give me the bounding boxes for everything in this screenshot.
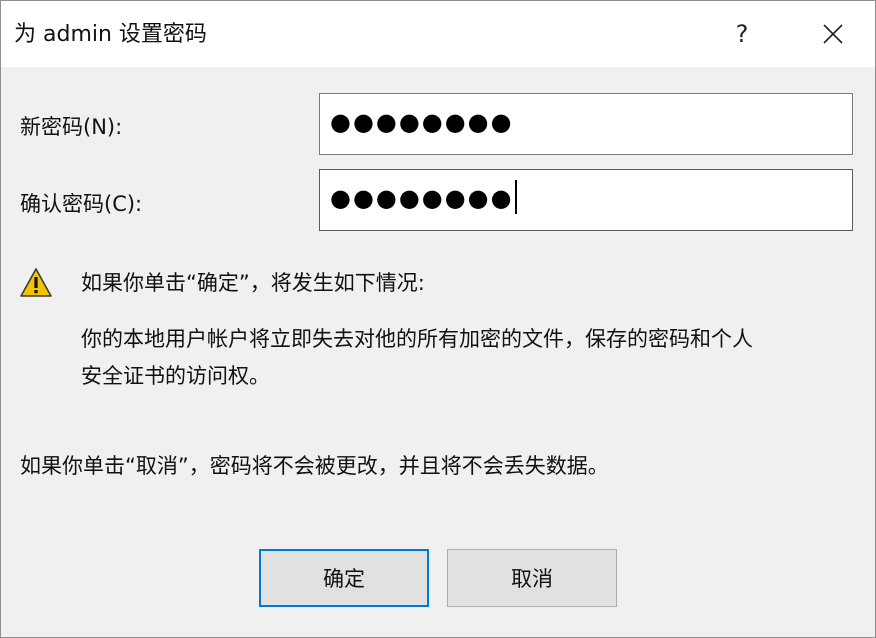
confirm-password-field[interactable]: ●●●●●●●● <box>319 169 853 231</box>
warning-heading: 如果你单击“确定”，将发生如下情况: <box>81 271 425 295</box>
window-title: 为 admin 设置密码 <box>14 22 207 47</box>
confirm-password-value: ●●●●●●●● <box>330 184 514 212</box>
close-icon <box>823 24 843 44</box>
title-bar: 为 admin 设置密码 ? <box>1 1 875 67</box>
new-password-field[interactable]: ●●●●●●●● <box>319 93 853 155</box>
confirm-password-label: 确认密码(C): <box>20 192 143 216</box>
close-button[interactable] <box>807 9 859 59</box>
new-password-value: ●●●●●●●● <box>330 108 514 136</box>
confirm-password-content: ●●●●●●●● <box>330 180 517 214</box>
set-password-dialog: 为 admin 设置密码 ? 新密码(N): ●●●●●●●● 确认密码(C):… <box>0 0 876 638</box>
help-button[interactable]: ? <box>717 9 767 59</box>
cancel-note: 如果你单击“取消”，密码将不会被更改，并且将不会丢失数据。 <box>20 454 609 478</box>
warning-detail-line2: 安全证书的访问权。 <box>81 364 270 388</box>
cancel-button[interactable]: 取消 <box>447 549 617 607</box>
new-password-label: 新密码(N): <box>20 115 123 139</box>
warning-icon <box>20 268 52 297</box>
ok-button[interactable]: 确定 <box>259 549 429 607</box>
warning-detail-line1: 你的本地用户帐户将立即失去对他的所有加密的文件，保存的密码和个人 <box>81 327 753 351</box>
text-caret <box>514 180 517 214</box>
